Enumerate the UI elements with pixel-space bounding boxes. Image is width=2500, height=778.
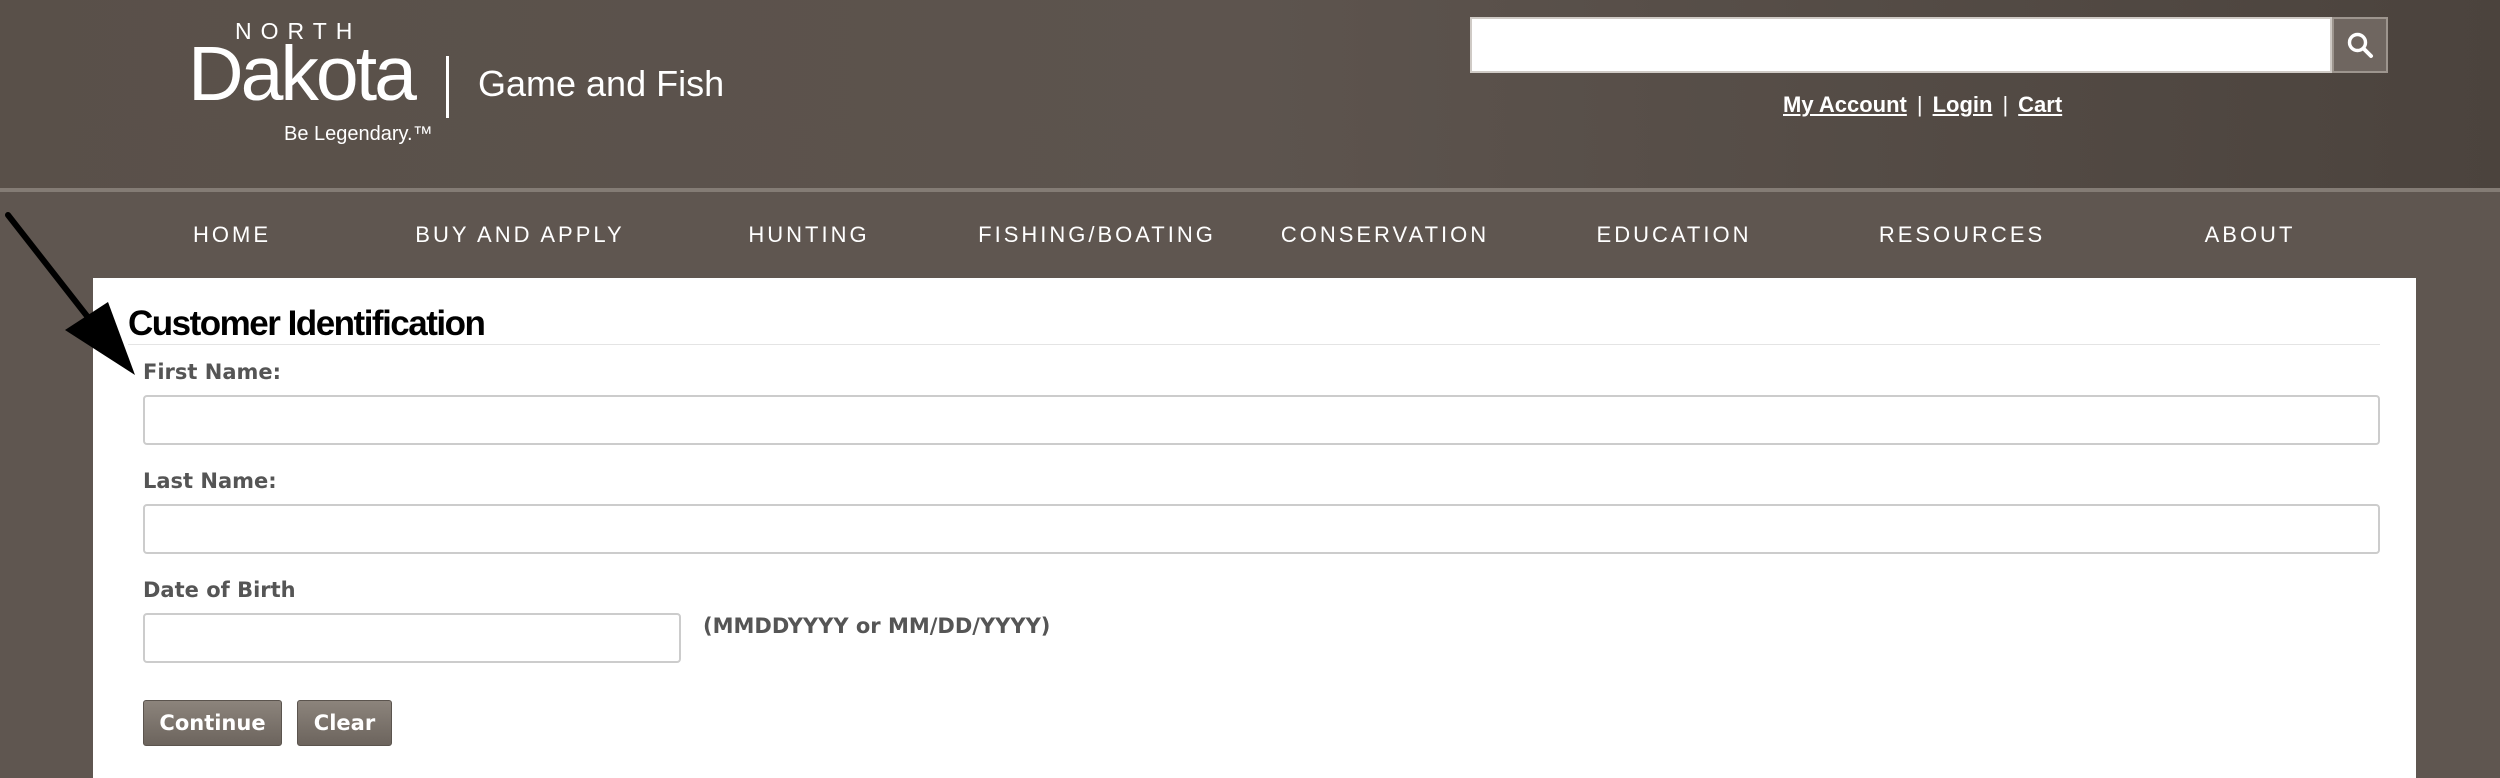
- nav-item-conservation[interactable]: CONSERVATION: [1240, 192, 1530, 278]
- first-name-input[interactable]: [143, 395, 2380, 445]
- last-name-input[interactable]: [143, 504, 2380, 554]
- my-account-link[interactable]: My Account: [1783, 92, 1907, 117]
- logo-agency-name: Game and Fish: [478, 63, 725, 104]
- search-icon: [2347, 32, 2373, 58]
- logo-dakota-text: Dakota: [188, 31, 417, 117]
- date-of-birth-label: Date of Birth: [143, 578, 296, 602]
- nav-item-hunting[interactable]: HUNTING: [664, 192, 954, 278]
- title-divider: [128, 344, 2380, 345]
- last-name-label: Last Name:: [143, 469, 277, 493]
- search-input[interactable]: [1470, 17, 2332, 73]
- logo-tagline: Be Legendary.™: [284, 123, 433, 145]
- nav-item-buy-and-apply[interactable]: BUY AND APPLY: [375, 192, 665, 278]
- nav-item-education[interactable]: EDUCATION: [1529, 192, 1819, 278]
- logo-divider: [446, 56, 449, 118]
- link-separator: |: [2002, 92, 2009, 117]
- date-format-hint: (MMDDYYYY or MM/DD/YYYY): [703, 614, 1051, 638]
- login-link[interactable]: Login: [1933, 92, 1993, 117]
- continue-button[interactable]: Continue: [143, 700, 282, 746]
- nav-item-resources[interactable]: RESOURCES: [1817, 192, 2107, 278]
- main-nav: HOME BUY AND APPLY HUNTING FISHING/BOATI…: [0, 192, 2500, 278]
- cart-link[interactable]: Cart: [2018, 92, 2062, 117]
- link-separator: |: [1916, 92, 1923, 117]
- site-header: NORTH Dakota Be Legendary.™ Game and Fis…: [0, 0, 2500, 192]
- customer-id-panel: Customer Identification First Name: Last…: [93, 278, 2416, 778]
- annotation-arrow-icon: [5, 212, 135, 375]
- nav-item-fishing-boating[interactable]: FISHING/BOATING: [952, 192, 1242, 278]
- search-button[interactable]: [2332, 17, 2388, 73]
- date-of-birth-input[interactable]: [143, 613, 681, 663]
- clear-button[interactable]: Clear: [297, 700, 392, 746]
- nav-item-about[interactable]: ABOUT: [2105, 192, 2395, 278]
- account-links: My Account | Login | Cart: [1783, 92, 2083, 118]
- first-name-label: First Name:: [143, 360, 282, 384]
- page-title: Customer Identification: [128, 304, 486, 343]
